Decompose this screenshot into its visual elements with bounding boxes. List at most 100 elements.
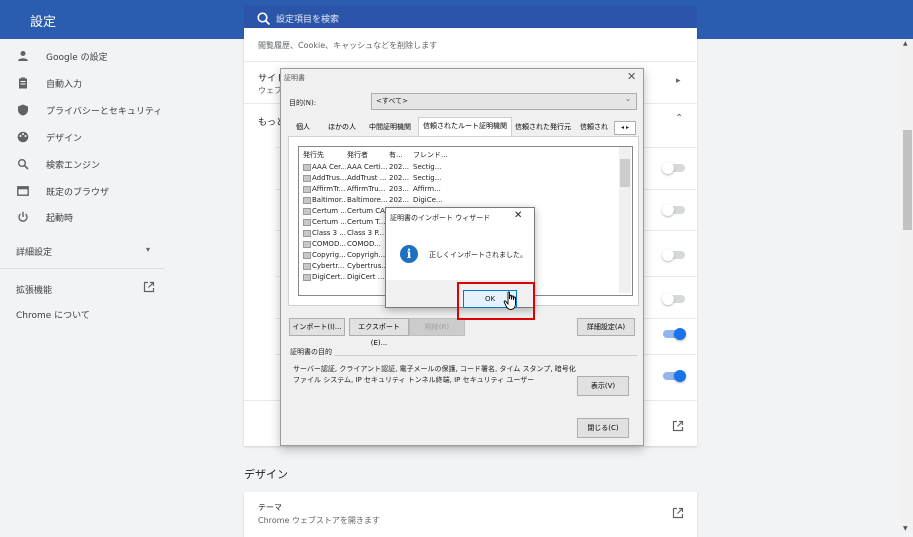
advanced-button[interactable]: 詳細設定(A): [577, 318, 635, 336]
chevron-up-icon[interactable]: ⌃: [675, 113, 683, 124]
table-cell: COMOD...: [303, 240, 346, 248]
shield-icon: [16, 103, 30, 117]
view-button[interactable]: 表示(V): [577, 376, 629, 396]
close-icon[interactable]: ✕: [514, 210, 522, 221]
table-cell: Sectig...: [413, 163, 453, 171]
export-button[interactable]: エクスポート(E)...: [349, 318, 409, 347]
certificate-icon: [303, 251, 311, 259]
setting-toggle[interactable]: [663, 328, 686, 340]
power-icon: [16, 210, 30, 224]
sidebar-item-autofill[interactable]: 自動入力: [16, 72, 82, 94]
table-cell: AffirmTru...: [347, 185, 388, 193]
cell-text: DigiCert ...: [347, 273, 385, 281]
cell-text: Certum ...: [312, 218, 346, 226]
sidebar-item-label: 自動入力: [46, 79, 83, 90]
purpose-select[interactable]: <すべて> ⌄: [371, 93, 637, 110]
delete-button[interactable]: 削除(R): [409, 318, 465, 336]
table-cell: Copyrigh...: [347, 251, 388, 259]
open-external-icon[interactable]: [672, 420, 684, 432]
wizard-title: 証明書のインポート ウィザード: [390, 214, 491, 222]
cell-text: AddTrus...: [312, 174, 346, 182]
column-header[interactable]: 発行者: [347, 150, 368, 160]
certificate-icon: [303, 174, 311, 182]
chevron-down-icon[interactable]: ▾: [146, 245, 150, 254]
import-button[interactable]: インポート(I)...: [289, 318, 345, 336]
cell-text: COMOD...: [347, 240, 382, 248]
table-row[interactable]: AAA Cer... AAA Certi... 202... Sectig...: [299, 162, 619, 173]
sidebar-item-startup[interactable]: 起動時: [16, 206, 73, 228]
sidebar-item-label: デザイン: [46, 133, 83, 144]
setting-toggle[interactable]: [663, 370, 686, 382]
tab-others[interactable]: ほかの人: [321, 119, 363, 135]
table-cell: 202...: [389, 174, 412, 182]
app-title: 設定: [30, 15, 57, 30]
chevron-right-icon[interactable]: ▸: [676, 76, 681, 86]
table-cell: Class 3 ...: [303, 229, 346, 237]
sidebar-item-search-engine[interactable]: 検索エンジン: [16, 153, 100, 175]
page-scrollbar[interactable]: [901, 39, 913, 533]
search-input[interactable]: 設定項目を検索: [276, 12, 339, 25]
sidebar-item-default-browser[interactable]: 既定のブラウザ: [16, 180, 109, 202]
cell-text: Sectig...: [413, 174, 442, 182]
scroll-up-icon[interactable]: ▲: [903, 40, 908, 47]
sidebar-extensions[interactable]: 拡張機能: [16, 283, 52, 296]
table-cell: Copyrig...: [303, 251, 346, 259]
purpose-text: サーバー認証, クライアント認証, 電子メールの保護, コード署名, タイム ス…: [293, 365, 576, 384]
palette-icon: [16, 130, 30, 144]
table-cell: DigiCert...: [303, 273, 346, 281]
table-cell: Cybertr...: [303, 262, 346, 270]
sidebar-item-design[interactable]: デザイン: [16, 126, 82, 148]
table-cell: DigiCe...: [413, 196, 453, 204]
cell-text: 202...: [389, 174, 410, 182]
sidebar-item-privacy[interactable]: プライバシーとセキュリティ: [16, 99, 162, 121]
cell-text: Baltimor...: [312, 196, 346, 204]
table-cell: Certum ...: [303, 207, 346, 215]
table-row[interactable]: AffirmTr... AffirmTru... 203... Affirm...: [299, 184, 619, 195]
certificate-icon: [303, 218, 311, 226]
chevron-down-icon: ⌄: [625, 95, 631, 103]
cell-text: Certum CA: [347, 207, 385, 215]
scroll-down-icon[interactable]: ▼: [903, 525, 908, 532]
cell-text: 202...: [389, 196, 410, 204]
person-icon: [16, 49, 30, 63]
tab-intermediate[interactable]: 中間証明機関: [365, 119, 415, 135]
hand-cursor-icon: [503, 291, 516, 310]
setting-toggle[interactable]: [662, 162, 685, 174]
sidebar-item-google[interactable]: Google の設定: [16, 45, 108, 67]
setting-toggle[interactable]: [662, 204, 685, 216]
theme-title[interactable]: テーマ: [258, 502, 282, 513]
search-icon[interactable]: [256, 11, 272, 27]
table-cell: AAA Certi...: [347, 163, 388, 171]
scrollbar-thumb[interactable]: [903, 130, 912, 230]
open-external-icon[interactable]: [672, 507, 684, 519]
tab-trusted-publishers[interactable]: 信頼された発行元: [512, 119, 574, 135]
tab-untrusted[interactable]: 信頼され: [575, 119, 613, 135]
cell-text: Certum ...: [312, 207, 346, 215]
table-cell: Certum ...: [303, 218, 346, 226]
tab-scroll-arrows[interactable]: ◂ ▸: [614, 121, 636, 135]
close-button[interactable]: 閉じる(C): [577, 418, 629, 438]
sidebar-about[interactable]: Chrome について: [16, 308, 90, 321]
tab-trusted-root[interactable]: 信頼されたルート証明機関: [418, 117, 512, 137]
table-row[interactable]: AddTrus... AddTrust ... 202... Sectig...: [299, 173, 619, 184]
table-row[interactable]: Baltimor... Baltimore... 202... DigiCe...: [299, 195, 619, 206]
sidebar-advanced[interactable]: 詳細設定: [16, 245, 52, 258]
certificate-icon: [303, 163, 311, 171]
list-scrollbar-thumb[interactable]: [620, 159, 630, 187]
row-divider: [244, 61, 697, 62]
table-cell: 202...: [389, 163, 412, 171]
purpose-group-label: 証明書の目的: [287, 347, 335, 357]
column-header[interactable]: フレンド...: [413, 150, 448, 160]
cell-text: Baltimore...: [347, 196, 388, 204]
certificate-icon: [303, 207, 311, 215]
cell-text: COMOD...: [312, 240, 346, 248]
open-external-icon[interactable]: [143, 281, 155, 293]
close-icon[interactable]: ✕: [627, 70, 636, 83]
column-header[interactable]: 発行先: [303, 150, 324, 160]
sidebar-divider: [0, 268, 165, 269]
sidebar-item-label: 起動時: [46, 213, 74, 224]
column-header[interactable]: 有...: [389, 150, 403, 160]
setting-toggle[interactable]: [662, 293, 685, 305]
setting-toggle[interactable]: [662, 249, 685, 261]
tab-personal[interactable]: 個人: [289, 119, 317, 135]
